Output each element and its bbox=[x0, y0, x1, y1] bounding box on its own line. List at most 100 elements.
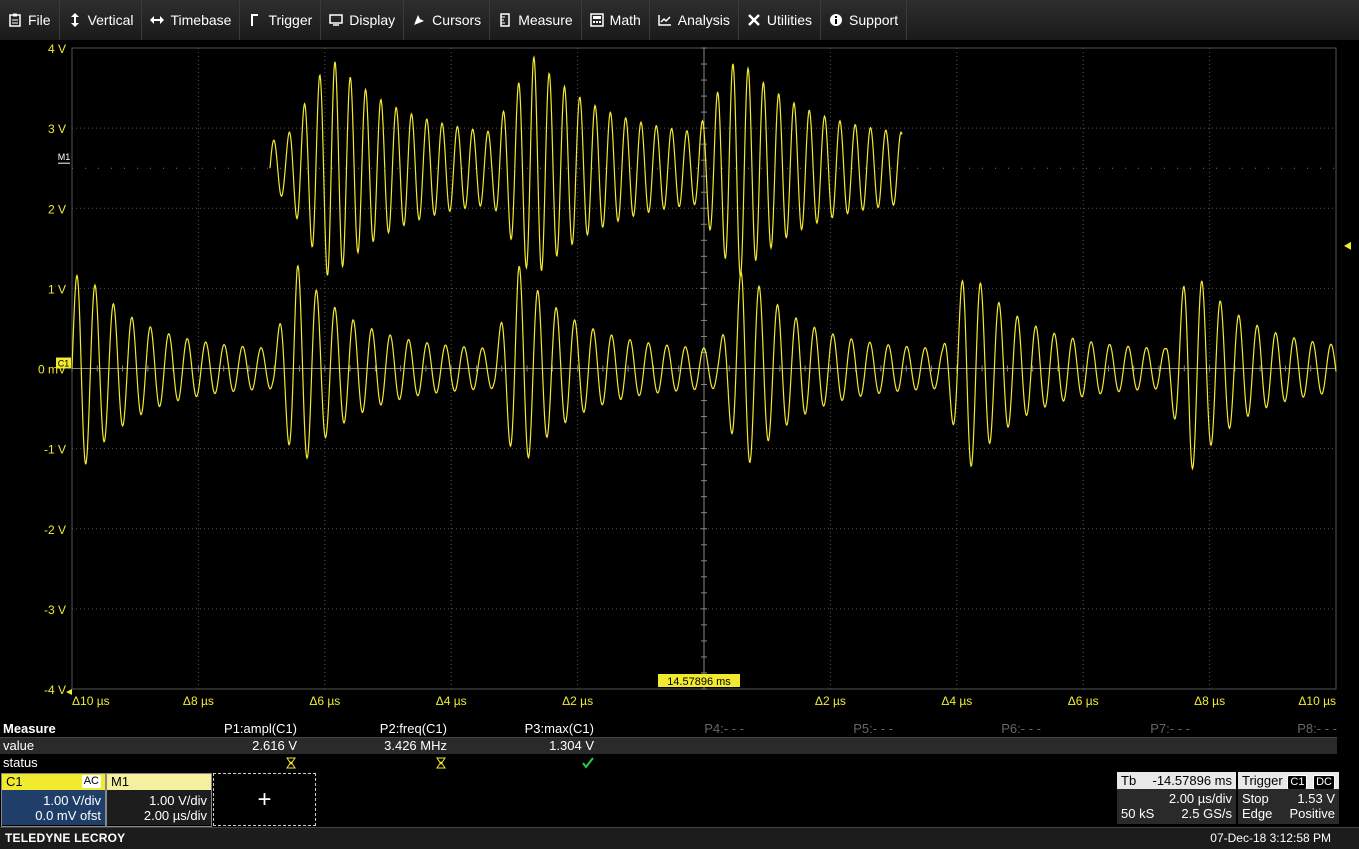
trigger-mode: Stop bbox=[1242, 791, 1269, 806]
timebase-delay: -14.57896 ms bbox=[1152, 773, 1233, 788]
measure-param-value: 2.616 V bbox=[252, 738, 297, 753]
menu-timebase[interactable]: Timebase bbox=[142, 0, 241, 40]
menu-label: Vertical bbox=[87, 12, 134, 28]
trigger-level: 1.53 V bbox=[1297, 791, 1335, 806]
c1-ground-marker[interactable]: C1 bbox=[58, 359, 70, 369]
x-axis-label: Δ8 µs bbox=[183, 694, 214, 708]
measure-value-label: value bbox=[3, 738, 35, 753]
x-axis-label: Δ4 µs bbox=[941, 694, 972, 708]
y-axis-label: 3 V bbox=[48, 122, 66, 136]
m1-descriptor[interactable]: M1 1.00 V/div 2.00 µs/div bbox=[106, 773, 212, 827]
add-trace-button[interactable]: + bbox=[213, 773, 316, 826]
status-footer: TELEDYNE LECROY 07-Dec-18 3:12:58 PM bbox=[0, 827, 1359, 849]
measure-status-label: status bbox=[3, 755, 38, 770]
x-axis-label: Δ10 µs bbox=[1298, 694, 1336, 708]
x-axis-label: Δ10 µs bbox=[72, 694, 110, 708]
measure-param-name[interactable]: P5:- - - bbox=[763, 721, 893, 737]
m1-tdiv: 2.00 µs/div bbox=[143, 808, 207, 823]
waveform-display[interactable]: 4 V3 V2 V1 V0 mV -1 V -2 V -3 V -4 V Δ10 µs Δ8… bbox=[0, 40, 1359, 720]
y-axis-label: -3 V bbox=[44, 603, 66, 617]
menu-analysis[interactable]: Analysis bbox=[650, 0, 739, 40]
timebase-label: Tb bbox=[1121, 773, 1137, 788]
measure-status-row: status bbox=[0, 755, 1337, 771]
menu-file[interactable]: File bbox=[0, 0, 60, 40]
measure-param-name[interactable]: P8:- - - bbox=[1207, 721, 1337, 737]
measure-title: Measure bbox=[3, 721, 56, 736]
measure-param-name[interactable]: P7:- - - bbox=[1060, 721, 1190, 737]
status-check-icon bbox=[582, 755, 594, 771]
menu-cursors[interactable]: Cursors bbox=[404, 0, 491, 40]
y-axis-label: -2 V bbox=[44, 523, 66, 537]
trigger-level-marker[interactable] bbox=[1344, 241, 1351, 250]
measure-param-name[interactable]: P4:- - - bbox=[614, 721, 744, 737]
menu-label: Math bbox=[609, 12, 641, 28]
y-axis-label: 2 V bbox=[48, 202, 66, 216]
measure-param-name[interactable]: P6:- - - bbox=[911, 721, 1041, 737]
menu-label: Utilities bbox=[766, 12, 813, 28]
monitor-icon bbox=[329, 13, 344, 27]
wrench-icon bbox=[747, 13, 761, 27]
menu-utilities[interactable]: Utilities bbox=[739, 0, 822, 40]
timebase-rate: 2.5 GS/s bbox=[1181, 806, 1232, 821]
x-axis-label: Δ2 µs bbox=[815, 694, 846, 708]
y-axis-label: 4 V bbox=[48, 42, 66, 56]
menu-measure[interactable]: Measure bbox=[490, 0, 582, 40]
m1-ground-marker[interactable]: M1 bbox=[58, 152, 71, 162]
graticule: 4 V3 V2 V1 V0 mV-1 V-2 V-3 V-4 VΔ10 µs Δ8… bbox=[38, 42, 1351, 708]
menu-label: Timebase bbox=[170, 12, 232, 28]
chart-icon bbox=[658, 13, 672, 27]
leftright-arrow-icon bbox=[150, 13, 165, 27]
menu-label: Trigger bbox=[268, 12, 313, 28]
measure-param-name[interactable]: P1:ampl(C1) bbox=[167, 721, 297, 737]
menu-label: Cursors bbox=[432, 12, 482, 28]
menu-vertical[interactable]: Vertical bbox=[60, 0, 143, 40]
y-axis-label: -1 V bbox=[44, 443, 66, 457]
m1-trace bbox=[269, 55, 903, 277]
y-axis-label: 1 V bbox=[48, 282, 66, 296]
calculator-icon bbox=[589, 13, 604, 27]
menu-bar: File Vertical Timebase Trigger Display Cursor… bbox=[0, 0, 1359, 41]
trigger-slope: Positive bbox=[1289, 806, 1335, 821]
timebase-tdiv: 2.00 µs/div bbox=[1168, 791, 1232, 806]
y-axis-label: -4 V bbox=[44, 683, 66, 697]
menu-trigger[interactable]: Trigger bbox=[240, 0, 322, 40]
menu-label: Measure bbox=[518, 12, 573, 28]
c1-offset: 0.0 mV ofst bbox=[35, 808, 101, 823]
ruler-icon bbox=[498, 13, 512, 27]
trigger-descriptor[interactable]: Trigger C1 DC Stop 1.53 V Edge Positive bbox=[1238, 772, 1339, 825]
x-axis-label: Δ2 µs bbox=[562, 694, 593, 708]
c1-vdiv: 1.00 V/div bbox=[43, 793, 101, 808]
measure-value-row: value 2.616 V 3.426 MHz 1.304 V bbox=[0, 738, 1337, 754]
brand-logo: TELEDYNE LECROY bbox=[5, 831, 126, 845]
x-axis-label: Δ6 µs bbox=[1068, 694, 1099, 708]
x-axis-label: Δ4 µs bbox=[436, 694, 467, 708]
measure-param-name[interactable]: P3:max(C1) bbox=[464, 721, 594, 737]
trigger-position-marker[interactable] bbox=[66, 689, 72, 695]
menu-label: Display bbox=[349, 12, 396, 28]
updown-arrow-icon bbox=[68, 13, 82, 27]
c1-coupling-badge: AC bbox=[81, 775, 101, 788]
status-warning-icon bbox=[435, 755, 447, 771]
x-axis-label: Δ8 µs bbox=[1194, 694, 1225, 708]
menu-label: File bbox=[28, 12, 51, 28]
menu-support[interactable]: Support bbox=[821, 0, 908, 40]
timebase-descriptor[interactable]: Tb -14.57896 ms 2.00 µs/div 50 kS 2.5 GS… bbox=[1117, 772, 1236, 825]
trigger-coupling-badge: DC bbox=[1313, 775, 1335, 790]
measure-table: Measure P1:ampl(C1) P2:freq(C1) P3:max(C1) P… bbox=[0, 721, 1359, 773]
status-warning-icon bbox=[285, 755, 297, 771]
plus-icon: + bbox=[257, 785, 272, 813]
trigger-edge-icon bbox=[248, 13, 262, 27]
measure-header-row: Measure P1:ampl(C1) P2:freq(C1) P3:max(C1) P… bbox=[0, 721, 1337, 738]
trigger-label: Trigger bbox=[1242, 773, 1283, 788]
center-time-label: 14.57896 ms bbox=[667, 676, 731, 688]
info-icon bbox=[829, 13, 843, 27]
menu-math[interactable]: Math bbox=[582, 0, 650, 40]
datetime: 07-Dec-18 3:12:58 PM bbox=[1210, 831, 1331, 845]
trigger-source-badge: C1 bbox=[1287, 775, 1308, 790]
timebase-samples: 50 kS bbox=[1121, 806, 1155, 821]
menu-display[interactable]: Display bbox=[321, 0, 405, 40]
c1-descriptor[interactable]: C1 AC 1.00 V/div 0.0 mV ofst bbox=[1, 773, 106, 827]
measure-param-name[interactable]: P2:freq(C1) bbox=[317, 721, 447, 737]
menu-label: Analysis bbox=[677, 12, 730, 28]
x-axis-label: Δ6 µs bbox=[309, 694, 340, 708]
